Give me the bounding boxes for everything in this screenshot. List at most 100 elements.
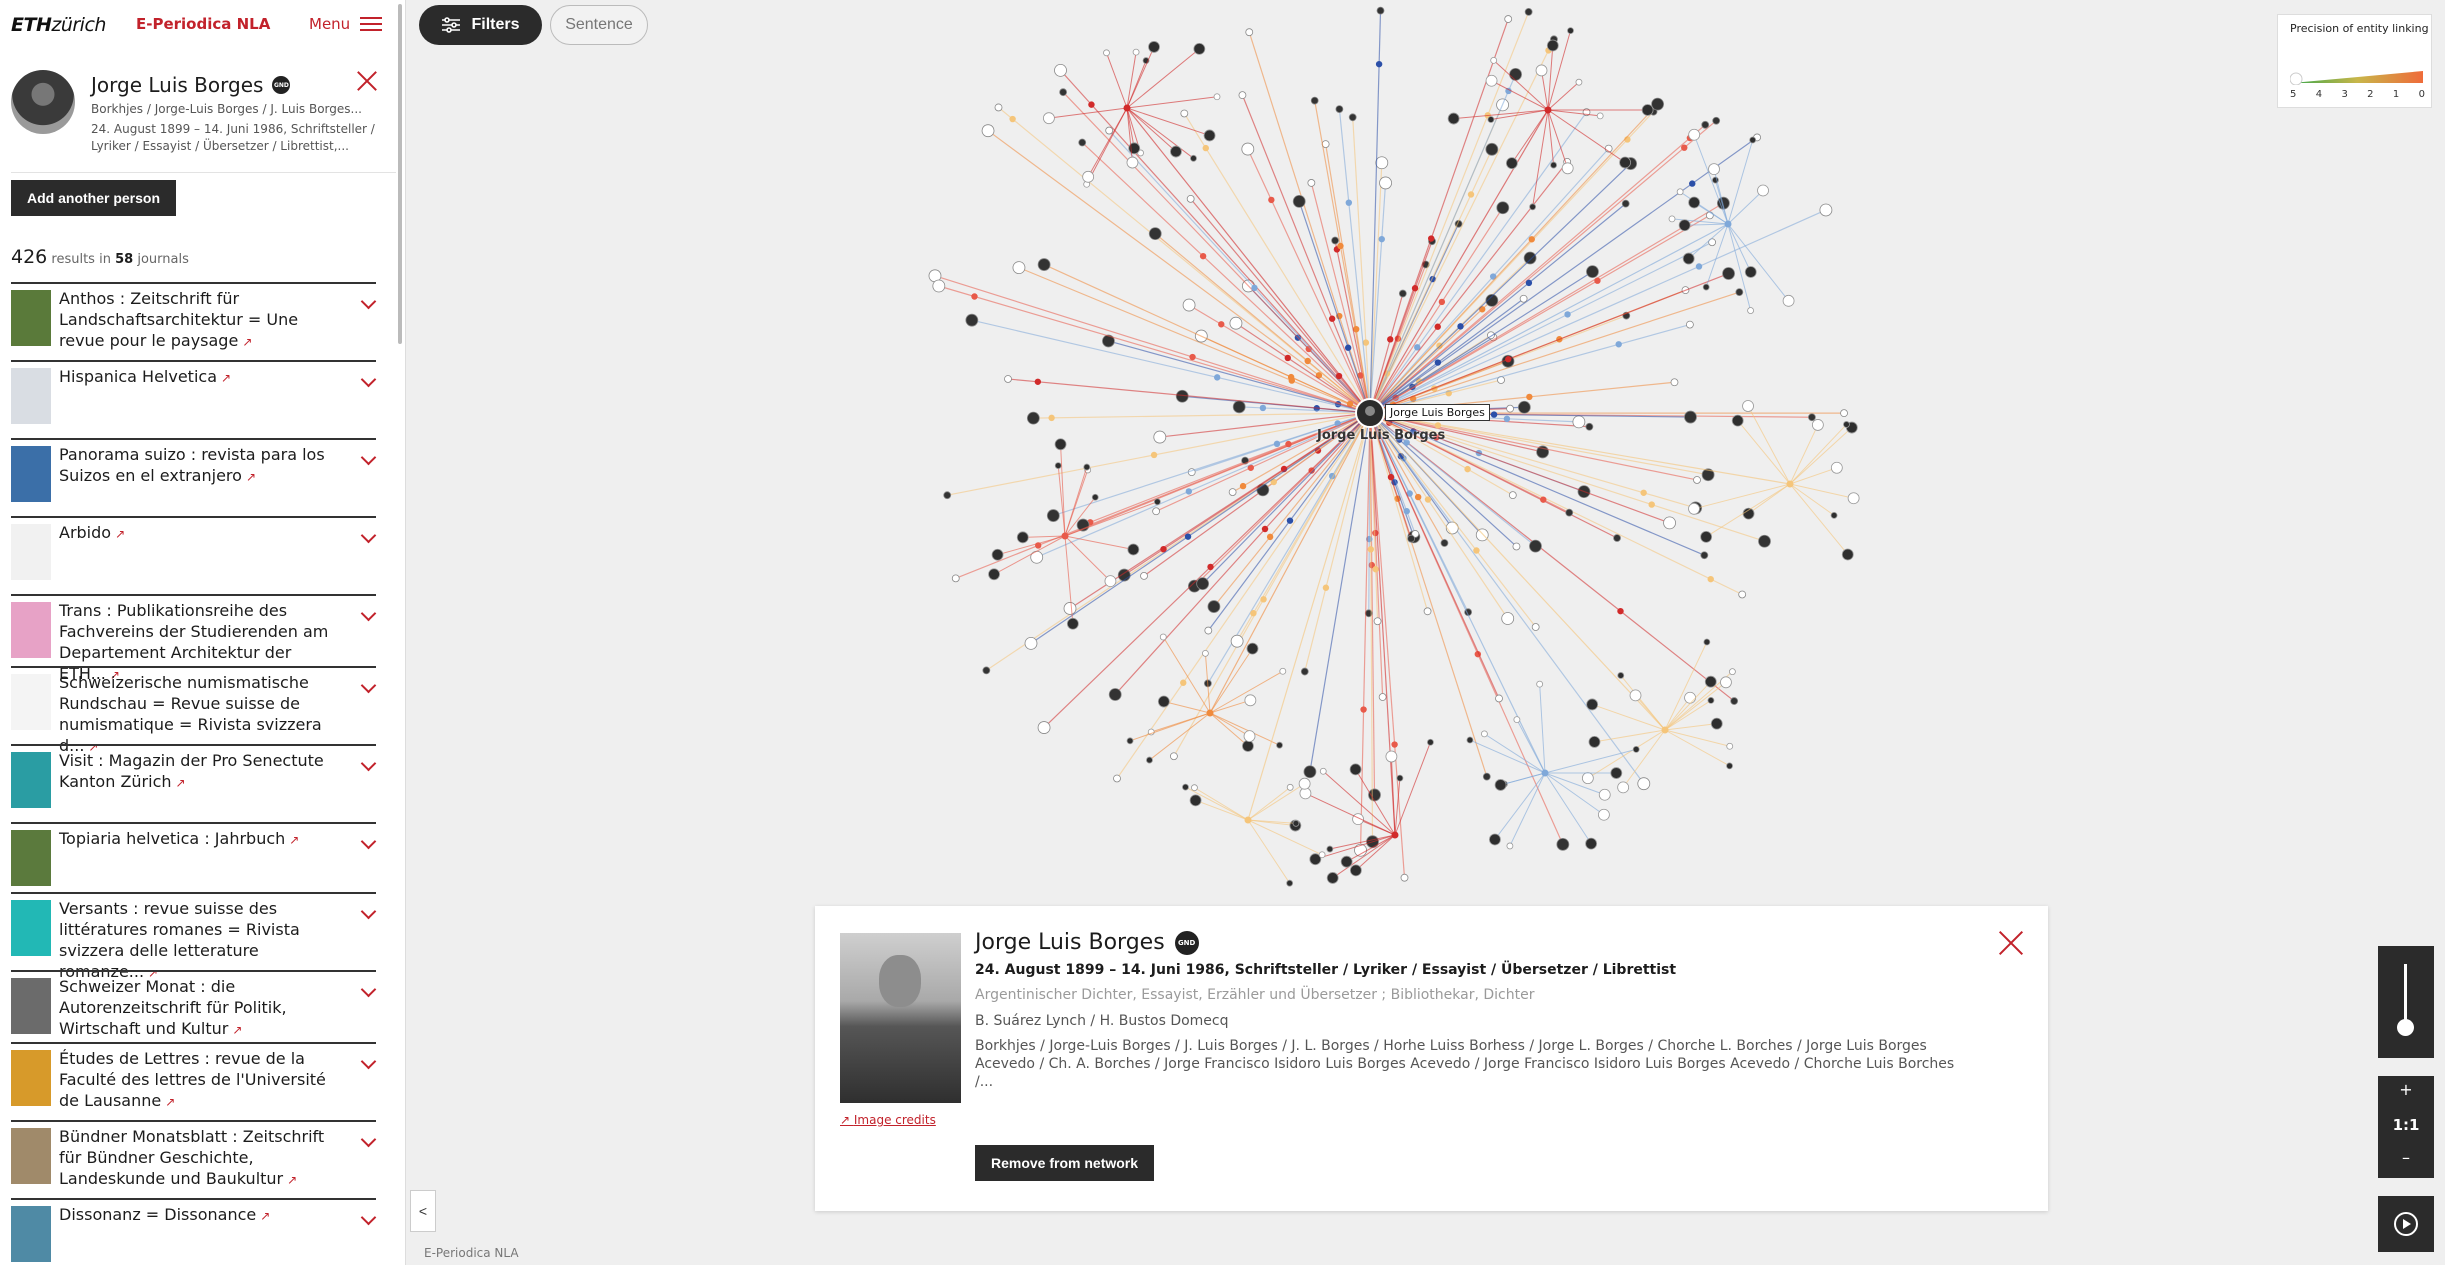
network-node[interactable] xyxy=(1276,741,1283,749)
network-node[interactable] xyxy=(988,568,1000,581)
external-link-icon[interactable]: ↗ xyxy=(246,470,256,484)
network-node[interactable] xyxy=(1744,266,1757,278)
network-node[interactable] xyxy=(1505,157,1518,170)
network-node[interactable] xyxy=(1140,571,1148,580)
network-node[interactable] xyxy=(1391,741,1398,748)
external-link-icon[interactable]: ↗ xyxy=(165,1095,175,1109)
network-node[interactable] xyxy=(1148,227,1162,241)
journal-item[interactable]: Arbido ↗ xyxy=(11,516,377,594)
network-node[interactable] xyxy=(1238,91,1247,100)
network-node[interactable] xyxy=(1326,845,1334,853)
network-node[interactable] xyxy=(1546,39,1559,52)
network-node[interactable] xyxy=(1747,307,1754,314)
network-node[interactable] xyxy=(1485,74,1498,87)
external-link-icon[interactable]: ↗ xyxy=(287,1173,297,1187)
chevron-down-icon[interactable] xyxy=(360,677,377,694)
network-node[interactable] xyxy=(1684,410,1697,424)
network-node[interactable] xyxy=(1400,873,1409,882)
network-node[interactable] xyxy=(1689,180,1696,187)
network-node[interactable] xyxy=(1682,252,1695,265)
network-node[interactable] xyxy=(1509,67,1522,81)
network-node[interactable] xyxy=(1506,842,1514,850)
network-node[interactable] xyxy=(1286,879,1294,887)
external-link-icon[interactable]: ↗ xyxy=(242,335,252,349)
journal-item[interactable]: Études de Lettres : revue de la Faculté … xyxy=(11,1042,377,1120)
network-node[interactable] xyxy=(1640,489,1647,496)
network-node[interactable] xyxy=(1676,188,1684,196)
network-node[interactable] xyxy=(1376,6,1385,15)
network-node[interactable] xyxy=(1529,539,1542,553)
network-node[interactable] xyxy=(1700,530,1713,543)
network-node[interactable] xyxy=(1610,767,1623,779)
chevron-down-icon[interactable] xyxy=(360,755,377,772)
network-node[interactable] xyxy=(1495,694,1503,703)
network-node[interactable] xyxy=(1016,531,1029,544)
journal-title[interactable]: Études de Lettres : revue de la Faculté … xyxy=(59,1048,339,1113)
network-node[interactable] xyxy=(1153,430,1167,444)
network-node[interactable] xyxy=(1048,414,1055,422)
network-node[interactable] xyxy=(1841,548,1854,561)
journal-item[interactable]: Anthos : Zeitschrift für Landschaftsarch… xyxy=(11,282,377,360)
network-node[interactable] xyxy=(1720,676,1732,689)
network-node[interactable] xyxy=(1157,695,1170,708)
network-node[interactable] xyxy=(981,124,995,138)
network-node[interactable] xyxy=(1054,438,1067,451)
chevron-down-icon[interactable] xyxy=(360,1209,377,1226)
collapse-sidebar-button[interactable]: < xyxy=(410,1190,436,1232)
network-node[interactable] xyxy=(1170,145,1182,158)
network-node[interactable] xyxy=(1598,788,1611,801)
network-node[interactable] xyxy=(1182,783,1189,791)
network-node[interactable] xyxy=(1148,41,1160,53)
network-node[interactable] xyxy=(1704,675,1717,688)
network-node[interactable] xyxy=(1693,476,1701,484)
network-node[interactable] xyxy=(1153,498,1161,506)
network-node[interactable] xyxy=(932,279,946,293)
network-node[interactable] xyxy=(1331,236,1340,245)
network-node[interactable] xyxy=(1189,353,1196,361)
network-node[interactable] xyxy=(1564,311,1571,318)
network-node[interactable] xyxy=(1629,689,1642,702)
network-node[interactable] xyxy=(1054,462,1062,469)
network-node[interactable] xyxy=(1054,63,1067,77)
network-node[interactable] xyxy=(1196,577,1210,591)
network-node[interactable] xyxy=(1688,128,1701,141)
menu-button[interactable]: Menu xyxy=(309,15,383,33)
network-node[interactable] xyxy=(1423,607,1432,616)
network-node[interactable] xyxy=(1523,251,1537,265)
network-hub-node[interactable] xyxy=(1206,709,1214,717)
network-node[interactable] xyxy=(1512,542,1521,551)
network-hub-node[interactable] xyxy=(1244,816,1252,824)
network-node[interactable] xyxy=(1615,341,1622,348)
network-node[interactable] xyxy=(1328,315,1336,322)
network-node[interactable] xyxy=(1026,411,1040,425)
network-node[interactable] xyxy=(1617,672,1625,679)
chevron-down-icon[interactable] xyxy=(360,605,377,622)
journal-item[interactable]: Trans : Publikationsreihe des Fachverein… xyxy=(11,594,377,683)
network-node[interactable] xyxy=(1572,415,1586,429)
network-node[interactable] xyxy=(1322,584,1330,591)
network-node[interactable] xyxy=(1707,697,1715,704)
network-node[interactable] xyxy=(1585,422,1594,431)
network-node[interactable] xyxy=(1088,101,1095,108)
chevron-down-icon[interactable] xyxy=(360,981,377,998)
network-node[interactable] xyxy=(1847,492,1860,505)
journal-title[interactable]: Anthos : Zeitschrift für Landschaftsarch… xyxy=(59,288,339,353)
network-node[interactable] xyxy=(1108,688,1122,701)
journal-title[interactable]: Topiaria helvetica : Jahrbuch ↗ xyxy=(59,828,339,851)
network-node[interactable] xyxy=(1204,626,1213,635)
network-node[interactable] xyxy=(1594,277,1601,284)
journal-item[interactable]: Dissonanz = Dissonance ↗ xyxy=(11,1198,377,1262)
network-node[interactable] xyxy=(1504,15,1513,23)
network-node[interactable] xyxy=(1505,356,1512,363)
network-node[interactable] xyxy=(1668,215,1676,223)
network-node[interactable] xyxy=(1292,194,1306,208)
network-node[interactable] xyxy=(1550,161,1557,169)
network-graph[interactable] xyxy=(405,0,2445,905)
network-node[interactable] xyxy=(1286,783,1294,791)
network-node[interactable] xyxy=(1581,772,1594,785)
zoom-in-button[interactable]: + xyxy=(2378,1080,2434,1099)
network-node[interactable] xyxy=(1585,837,1598,850)
zoom-out-button[interactable]: – xyxy=(2378,1148,2434,1167)
network-node[interactable] xyxy=(1729,668,1736,676)
network-node[interactable] xyxy=(1083,463,1091,471)
